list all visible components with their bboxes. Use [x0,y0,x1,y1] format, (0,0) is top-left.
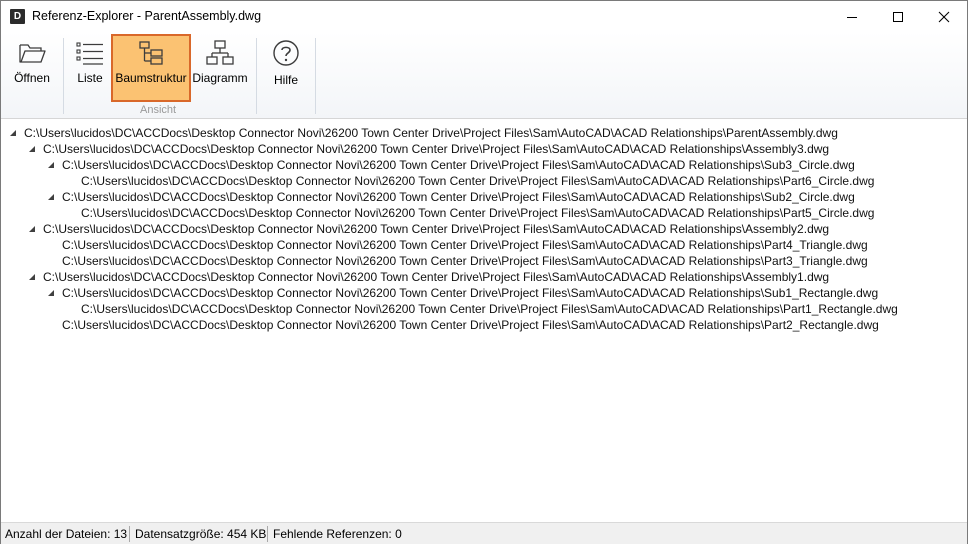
tree-node-path: C:\Users\lucidos\DC\ACCDocs\Desktop Conn… [81,302,898,316]
diagram-view-button[interactable]: Diagramm [191,36,249,100]
maximize-button[interactable] [875,1,921,32]
tree-node-path: C:\Users\lucidos\DC\ACCDocs\Desktop Conn… [81,174,875,188]
tree-node-path: C:\Users\lucidos\DC\ACCDocs\Desktop Conn… [43,142,830,156]
status-bar: Anzahl der Dateien: 13 Datensatzgröße: 4… [1,522,967,544]
expand-arrow-icon[interactable] [9,129,17,137]
tree-node-path: C:\Users\lucidos\DC\ACCDocs\Desktop Conn… [62,318,879,332]
ribbon-separator [256,38,257,114]
status-separator [129,526,130,542]
tree-node-path: C:\Users\lucidos\DC\ACCDocs\Desktop Conn… [43,222,830,236]
tree-structure-icon [139,41,163,65]
missing-references-status: Fehlende Referenzen: 0 [273,527,402,541]
ribbon-separator [315,38,316,114]
tree-node-path: C:\Users\lucidos\DC\ACCDocs\Desktop Conn… [24,126,838,140]
title-bar[interactable]: D Referenz-Explorer - ParentAssembly.dwg [1,1,967,32]
diagram-icon [206,40,234,65]
reference-tree[interactable]: C:\Users\lucidos\DC\ACCDocs\Desktop Conn… [1,123,967,521]
list-view-label: Liste [77,71,103,85]
tree-node-path: C:\Users\lucidos\DC\ACCDocs\Desktop Conn… [62,158,855,172]
dataset-size-status: Datensatzgröße: 454 KB [135,527,267,541]
tree-node-path: C:\Users\lucidos\DC\ACCDocs\Desktop Conn… [62,254,868,268]
expand-arrow-icon[interactable] [28,225,36,233]
file-count-status: Anzahl der Dateien: 13 [5,527,128,541]
expand-arrow-icon[interactable] [47,289,55,297]
tree-node-path: C:\Users\lucidos\DC\ACCDocs\Desktop Conn… [62,190,855,204]
minimize-button[interactable] [829,1,875,32]
list-view-button[interactable]: Liste [69,36,111,100]
tree-view-label: Baumstruktur [115,71,187,85]
minimize-icon [847,16,857,18]
expand-arrow-icon[interactable] [28,145,36,153]
ribbon-group-label: Ansicht [140,104,177,116]
folder-open-icon [19,44,46,63]
help-icon [273,40,299,66]
close-button[interactable] [921,1,967,32]
ribbon-toolbar: Öffnen Liste Baumstruktur Diagramm Hilfe… [1,32,967,119]
help-label: Hilfe [273,73,298,87]
expand-arrow-icon[interactable] [28,273,36,281]
maximize-icon [893,11,903,22]
list-icon [76,42,103,65]
help-button[interactable]: Hilfe [263,36,309,100]
reference-explorer-window: D Referenz-Explorer - ParentAssembly.dwg… [0,0,968,544]
tree-node-path: C:\Users\lucidos\DC\ACCDocs\Desktop Conn… [43,270,830,284]
tree-node-path: C:\Users\lucidos\DC\ACCDocs\Desktop Conn… [62,238,868,252]
expand-arrow-icon[interactable] [47,193,55,201]
ribbon-separator [63,38,64,114]
tree-node-path: C:\Users\lucidos\DC\ACCDocs\Desktop Conn… [62,286,879,300]
tree-view-button[interactable]: Baumstruktur [111,34,191,102]
window-title: Referenz-Explorer - ParentAssembly.dwg [32,9,262,23]
tree-node-path: C:\Users\lucidos\DC\ACCDocs\Desktop Conn… [81,206,875,220]
status-separator [267,526,268,542]
diagram-view-label: Diagramm [192,71,248,85]
open-button[interactable]: Öffnen [5,36,59,100]
close-icon [938,11,950,22]
open-button-label: Öffnen [14,71,50,85]
app-icon: D [10,9,25,24]
expand-arrow-icon[interactable] [47,161,55,169]
